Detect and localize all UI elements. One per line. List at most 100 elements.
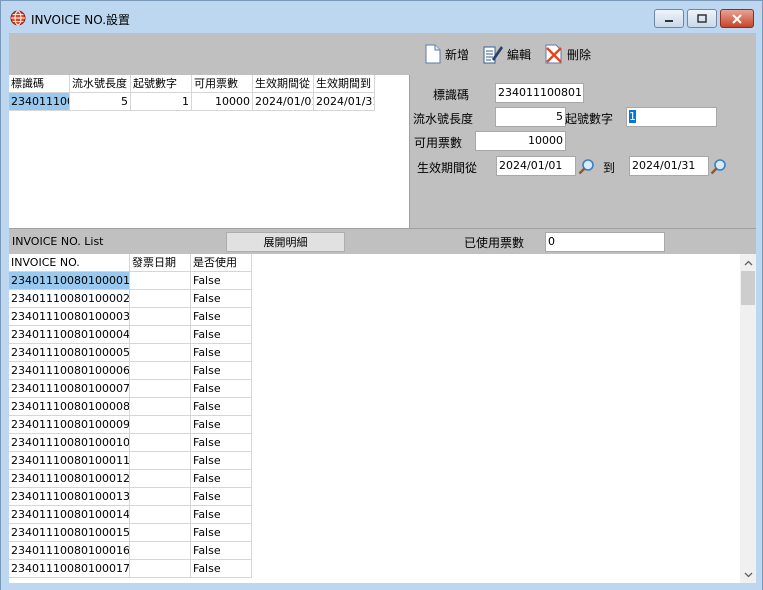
table-cell[interactable]: False [191,344,252,362]
table-cell[interactable] [130,398,191,416]
valid-to-field[interactable]: 2024/01/31 [629,156,709,176]
grid-cell[interactable]: 2024/01/01 [253,93,314,111]
grid-cell[interactable]: 2024/01/31 [314,93,375,111]
vertical-scrollbar[interactable] [740,254,756,583]
table-cell[interactable] [130,308,191,326]
table-cell[interactable]: 23401110080100005 [9,344,130,362]
table-cell[interactable]: False [191,416,252,434]
search-icon[interactable] [578,158,595,175]
column-header[interactable]: 發票日期 [130,254,191,272]
maximize-button[interactable] [687,9,717,28]
table-cell[interactable] [130,326,191,344]
column-header[interactable]: 是否使用 [191,254,252,272]
column-header[interactable]: 流水號長度 [70,75,131,93]
used-count-field[interactable]: 0 [545,232,665,252]
table-cell[interactable] [130,416,191,434]
table-cell[interactable] [130,362,191,380]
table-cell[interactable]: False [191,308,252,326]
table-row[interactable]: 23401110080100006 False [9,362,740,380]
table-cell[interactable] [130,344,191,362]
table-cell[interactable]: 23401110080100016 [9,542,130,560]
config-grid-row[interactable]: 234011100801 5 1 10000 2024/01/01 2024/0… [9,93,375,111]
grid-cell[interactable]: 10000 [192,93,253,111]
delete-button[interactable]: 刪除 [544,43,591,65]
grid-cell[interactable]: 1 [131,93,192,111]
table-cell[interactable]: False [191,452,252,470]
table-cell[interactable] [130,560,191,578]
table-cell[interactable]: 23401110080100002 [9,290,130,308]
column-header[interactable]: INVOICE NO. [9,254,130,272]
table-cell[interactable] [130,290,191,308]
grid-cell[interactable]: 5 [70,93,131,111]
table-cell[interactable]: 23401110080100001 [9,272,130,290]
table-cell[interactable]: False [191,290,252,308]
column-header[interactable]: 標識碼 [9,75,70,93]
table-cell[interactable]: False [191,524,252,542]
table-cell[interactable] [130,506,191,524]
table-row[interactable]: 23401110080100011 False [9,452,740,470]
column-header[interactable]: 起號數字 [131,75,192,93]
table-cell[interactable]: False [191,272,252,290]
edit-button[interactable]: 編輯 [482,43,531,65]
table-cell[interactable]: 23401110080100009 [9,416,130,434]
table-row[interactable]: 23401110080100003 False [9,308,740,326]
table-row[interactable]: 23401110080100007 False [9,380,740,398]
table-cell[interactable]: False [191,362,252,380]
table-cell[interactable]: 23401110080100017 [9,560,130,578]
table-row[interactable]: 23401110080100004 False [9,326,740,344]
invoice-list[interactable]: INVOICE NO. 發票日期 是否使用 23401110080100001 F… [9,254,740,583]
table-cell[interactable]: 23401110080100003 [9,308,130,326]
table-cell[interactable]: False [191,488,252,506]
id-field[interactable]: 234011100801 [495,83,584,103]
table-row[interactable]: 23401110080100012 False [9,470,740,488]
table-cell[interactable]: 23401110080100015 [9,524,130,542]
table-row[interactable]: 23401110080100017 False [9,560,740,578]
table-cell[interactable]: 23401110080100011 [9,452,130,470]
table-cell[interactable]: False [191,542,252,560]
table-row[interactable]: 23401110080100015 False [9,524,740,542]
close-button[interactable] [720,9,754,28]
config-grid[interactable]: 標識碼 流水號長度 起號數字 可用票數 生效期間從 生效期間到 23401110… [9,75,409,228]
expand-detail-button[interactable]: 展開明細 [226,232,345,252]
minimize-button[interactable] [654,9,684,28]
table-cell[interactable] [130,488,191,506]
table-cell[interactable]: False [191,434,252,452]
table-row[interactable]: 23401110080100008 False [9,398,740,416]
table-cell[interactable]: 23401110080100006 [9,362,130,380]
table-cell[interactable]: 23401110080100012 [9,470,130,488]
title-bar[interactable]: INVOICE NO.設置 [1,1,762,33]
table-cell[interactable]: 23401110080100010 [9,434,130,452]
grid-cell[interactable]: 234011100801 [9,93,70,111]
table-row[interactable]: 23401110080100016 False [9,542,740,560]
table-row[interactable]: 23401110080100013 False [9,488,740,506]
table-cell[interactable] [130,272,191,290]
table-cell[interactable]: 23401110080100014 [9,506,130,524]
valid-from-field[interactable]: 2024/01/01 [496,156,576,176]
table-cell[interactable] [130,452,191,470]
table-cell[interactable]: False [191,326,252,344]
table-cell[interactable]: False [191,470,252,488]
available-field[interactable]: 10000 [475,131,566,151]
scroll-thumb[interactable] [741,271,755,305]
table-cell[interactable]: 23401110080100013 [9,488,130,506]
table-row[interactable]: 23401110080100005 False [9,344,740,362]
table-cell[interactable] [130,524,191,542]
column-header[interactable]: 可用票數 [192,75,253,93]
table-cell[interactable] [130,542,191,560]
table-cell[interactable]: False [191,560,252,578]
table-cell[interactable]: 23401110080100007 [9,380,130,398]
table-cell[interactable]: 23401110080100004 [9,326,130,344]
serial-length-field[interactable]: 5 [495,107,566,127]
table-cell[interactable]: False [191,380,252,398]
new-button[interactable]: 新增 [424,43,469,65]
table-row[interactable]: 23401110080100014 False [9,506,740,524]
table-cell[interactable]: False [191,398,252,416]
table-cell[interactable] [130,380,191,398]
table-row[interactable]: 23401110080100010 False [9,434,740,452]
table-cell[interactable] [130,434,191,452]
column-header[interactable]: 生效期間到 [314,75,375,93]
table-row[interactable]: 23401110080100009 False [9,416,740,434]
table-cell[interactable]: False [191,506,252,524]
table-cell[interactable]: 23401110080100008 [9,398,130,416]
scroll-down-button[interactable] [740,566,756,583]
